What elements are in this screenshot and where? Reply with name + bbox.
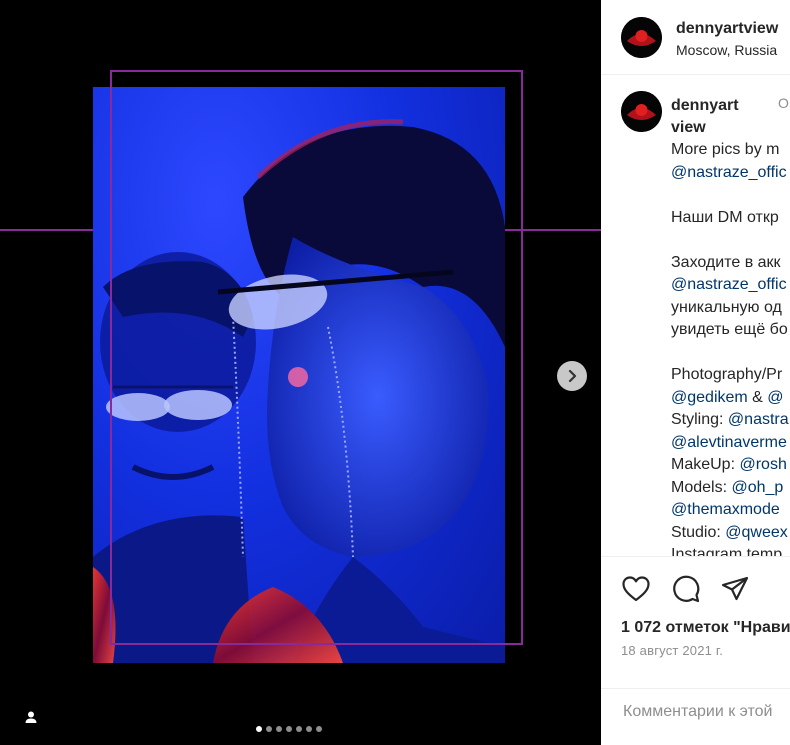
decorative-line-left bbox=[0, 229, 93, 231]
heart-icon bbox=[622, 576, 650, 602]
caption-line: @nastraze_offic bbox=[671, 162, 790, 185]
caption-area: dennyartview O More pics by m @nastraze_o… bbox=[601, 76, 790, 556]
post-actions: 1 072 отметок "Нрави 18 август 2021 г. bbox=[601, 556, 790, 686]
caption-fragment: Photography/Pr bbox=[671, 366, 783, 383]
caption-line: @themaxmode bbox=[671, 499, 790, 522]
caption-line: уникальную од bbox=[671, 297, 790, 320]
caption-fragment: Studio: bbox=[671, 523, 726, 541]
decorative-line-right bbox=[505, 229, 601, 231]
mention-link[interactable]: @qweex bbox=[725, 524, 788, 541]
carousel-dot bbox=[266, 726, 272, 732]
comment-button[interactable] bbox=[671, 574, 701, 604]
caption-fragment: увидеть ещё бо bbox=[671, 321, 788, 338]
avatar-image bbox=[621, 17, 662, 58]
caption-line: MakeUp: @rosh bbox=[671, 454, 790, 477]
chevron-right-icon bbox=[568, 369, 577, 383]
caption-line: Styling: @nastra bbox=[671, 409, 790, 432]
mention-link[interactable]: @nastraze_offic bbox=[671, 276, 787, 293]
post-photo[interactable] bbox=[93, 87, 505, 663]
carousel-dot bbox=[296, 726, 302, 732]
caption-fragment: More pics by m bbox=[671, 141, 780, 158]
caption-line: Photography/Pr bbox=[671, 364, 790, 387]
mention-link[interactable]: @nastraze_offic bbox=[671, 164, 787, 181]
location-link[interactable]: Moscow, Russia bbox=[676, 42, 777, 58]
mention-link[interactable]: @rosh bbox=[739, 456, 786, 473]
caption-line: Studio: @qweex bbox=[671, 522, 790, 545]
caption-text: More pics by m @nastraze_offic Наши DM отк… bbox=[671, 139, 790, 556]
caption-fragment: Наши DM откр bbox=[671, 208, 779, 226]
carousel-dot-active bbox=[256, 726, 262, 732]
tagged-users-button[interactable] bbox=[20, 706, 42, 728]
header-username[interactable]: dennyartview bbox=[676, 20, 778, 38]
mention-link[interactable]: @oh_p bbox=[731, 479, 783, 496]
mention-link[interactable]: @alevtinaverme bbox=[671, 434, 787, 451]
caption-line: Наши DM откр bbox=[671, 207, 790, 230]
caption-line: Instagram temp bbox=[671, 544, 790, 556]
caption-fragment: Models: bbox=[671, 478, 732, 496]
share-button[interactable] bbox=[720, 574, 750, 604]
avatar[interactable] bbox=[621, 17, 662, 58]
carousel-indicators bbox=[256, 726, 322, 732]
caption-line: Models: @oh_p bbox=[671, 477, 790, 500]
comment-icon bbox=[673, 575, 700, 603]
user-icon bbox=[25, 711, 37, 723]
caption-fragment: MakeUp: bbox=[671, 456, 740, 473]
caption-fragment: Заходите в акк bbox=[671, 253, 781, 271]
post-details-panel: dennyartview Moscow, Russia dennyartview… bbox=[601, 0, 790, 745]
mention-link[interactable]: @nastra bbox=[728, 411, 789, 428]
caption-username[interactable]: dennyartview bbox=[671, 95, 741, 139]
likes-count[interactable]: 1 072 отметок "Нрави bbox=[621, 619, 790, 637]
carousel-dot bbox=[276, 726, 282, 732]
caption-avatar[interactable] bbox=[621, 91, 662, 132]
caption-line: @alevtinaverme bbox=[671, 432, 790, 455]
mention-link[interactable]: @themaxmode bbox=[671, 501, 780, 518]
comment-input[interactable] bbox=[623, 703, 790, 721]
caption-line: @gedikem & @ bbox=[671, 387, 790, 410]
mention-link[interactable]: @gedikem bbox=[671, 389, 748, 406]
photo-artwork bbox=[93, 119, 505, 663]
like-button[interactable] bbox=[621, 574, 651, 604]
carousel-dot bbox=[306, 726, 312, 732]
caption-fragment: уникальную од bbox=[671, 298, 782, 316]
caption-line: @nastraze_offic bbox=[671, 274, 790, 297]
post-date[interactable]: 18 август 2021 г. bbox=[621, 643, 723, 658]
carousel-dot bbox=[316, 726, 322, 732]
add-comment-area bbox=[601, 688, 790, 745]
mention-link[interactable]: @ bbox=[767, 389, 783, 406]
paper-plane-icon bbox=[721, 576, 749, 601]
avatar-image bbox=[621, 91, 662, 132]
carousel-dot bbox=[286, 726, 292, 732]
caption-fragment: & bbox=[747, 388, 768, 406]
post-header: dennyartview Moscow, Russia bbox=[601, 0, 790, 75]
caption-line: Заходите в акк bbox=[671, 252, 790, 275]
caption-line: More pics by m bbox=[671, 139, 790, 162]
caption-line: увидеть ещё бо bbox=[671, 319, 790, 342]
post-media[interactable] bbox=[0, 0, 601, 745]
next-slide-button[interactable] bbox=[557, 361, 587, 391]
caption-fragment: Instagram temp bbox=[671, 546, 783, 556]
caption-timestamp: O bbox=[778, 95, 789, 111]
caption-fragment: Styling: bbox=[671, 411, 728, 428]
